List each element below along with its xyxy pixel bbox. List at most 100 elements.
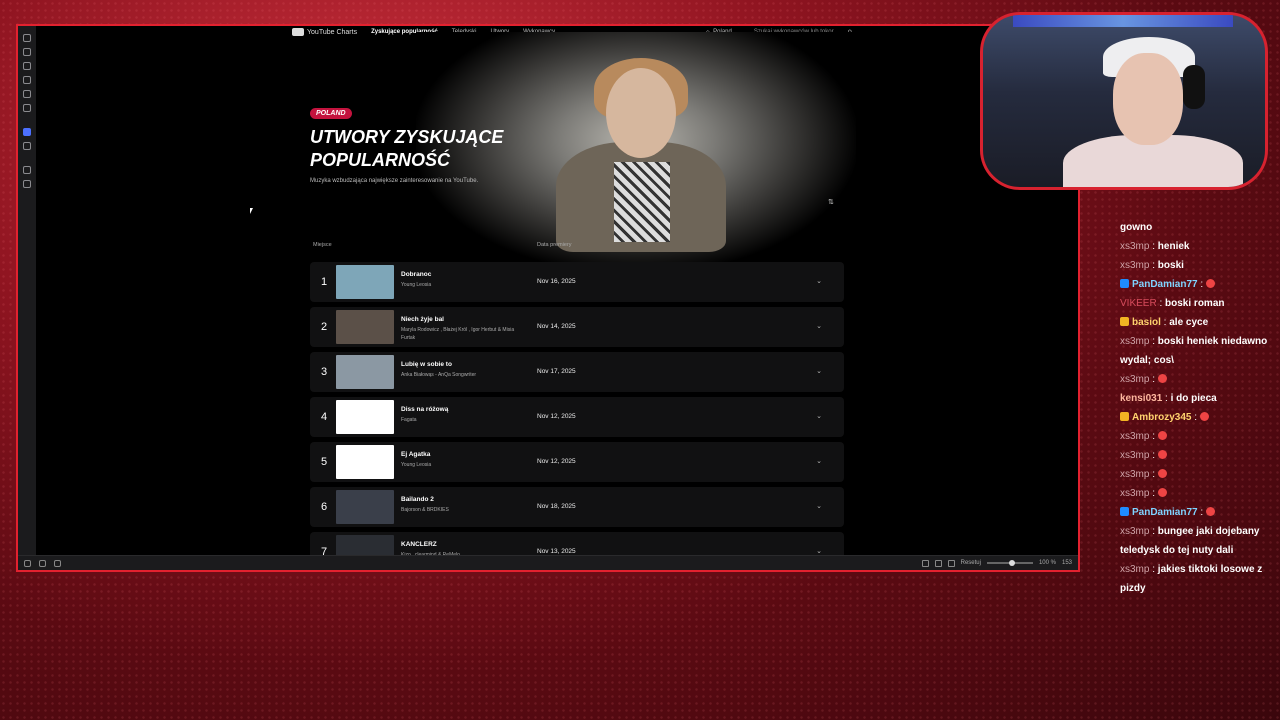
chart-row[interactable]: 4 Diss na różową Fagata Nov 12, 2025 ⌄ [310,397,844,437]
song-artist[interactable]: Fagata [401,416,521,424]
song-artist[interactable]: Bajorson & BRDKIES [401,506,521,514]
chat-username[interactable]: Ambrozy345 [1132,412,1191,423]
chat-username[interactable]: xs3mp [1120,469,1149,480]
expand-chevron-icon[interactable]: ⌄ [816,397,822,437]
panel-toggle-icon[interactable] [24,559,31,567]
chat-message: xs3mp : [1120,370,1270,389]
zoom-reset-button[interactable]: Resetuj [961,560,981,566]
chat-username[interactable]: basiol [1132,317,1161,328]
chat-message: xs3mp : bungee jaki dojebany teledysk do… [1120,526,1260,556]
chat-username[interactable]: xs3mp [1120,431,1149,442]
rank-number: 6 [320,501,328,513]
video-thumbnail[interactable] [336,535,394,556]
chart-list: 1 Dobranoc Young Leosia Nov 16, 2025 ⌄ 2 Niech… [310,262,844,556]
chat-username[interactable]: xs3mp [1120,241,1149,252]
user-badge-icon [1120,279,1129,288]
chat-message: xs3mp : [1120,484,1270,503]
notes-icon[interactable] [23,62,31,70]
chat-message: kensi031 : i do pieca [1120,393,1217,404]
chat-message: Ambrozy345 : [1120,408,1270,427]
chat-text: gowno [1120,222,1153,233]
chat-username[interactable]: xs3mp [1120,336,1149,347]
chat-username[interactable]: xs3mp [1120,564,1149,575]
video-thumbnail[interactable] [336,400,394,434]
song-artist[interactable]: Maryla Rodowicz , Błażej Król , Igor Her… [401,326,521,342]
emote-icon [1199,412,1209,421]
chat-username[interactable]: xs3mp [1120,374,1149,385]
sort-icon[interactable]: ⇅ [828,198,836,206]
expand-chevron-icon[interactable]: ⌄ [816,352,822,392]
clock-icon[interactable] [23,142,31,150]
chat-username[interactable]: xs3mp [1120,450,1149,461]
emote-icon [1157,488,1167,497]
chart-row[interactable]: 2 Niech żyje bal Maryla Rodowicz , Błażej … [310,307,844,347]
capture-icon[interactable] [921,559,929,567]
expand-chevron-icon[interactable]: ⌄ [816,442,822,482]
chart-row[interactable]: 7 KANCLERZ Kizo , clearmind & ReMelo Nov 13… [310,532,844,556]
song-artist[interactable]: Anka Białowąs - AnQa Songwriter [401,371,521,379]
chart-row[interactable]: 6 Bailando 2 Bajorson & BRDKIES Nov 18, 202… [310,487,844,527]
zoom-slider[interactable] [986,560,1033,566]
song-artist[interactable]: Young Leosia [401,461,521,469]
release-date: Nov 14, 2025 [537,323,576,330]
chat-username[interactable]: PanDamian77 [1132,507,1198,518]
video-thumbnail[interactable] [336,310,394,344]
song-title[interactable]: Dobranoc [401,271,431,278]
page-actions-icon[interactable] [947,559,955,567]
song-title[interactable]: Bailando 2 [401,496,434,503]
chat-message: xs3mp : [1120,446,1270,465]
rank-number: 5 [320,456,328,468]
chat-text: heniek [1157,241,1190,252]
expand-chevron-icon[interactable]: ⌄ [816,262,822,302]
chat-message: xs3mp : boski [1120,260,1184,271]
song-title[interactable]: KANCLERZ [401,541,437,548]
chart-row[interactable]: 1 Dobranoc Young Leosia Nov 16, 2025 ⌄ [310,262,844,302]
user-badge-icon [1120,317,1129,326]
youtube-logo-icon [292,28,304,36]
rank-number: 7 [320,546,328,556]
song-title[interactable]: Niech żyje bal [401,316,444,323]
expand-chevron-icon[interactable]: ⌄ [816,487,822,527]
chart-row[interactable]: 3 Lubię w sobie to Anka Białowąs - AnQa So… [310,352,844,392]
release-date: Nov 12, 2025 [537,413,576,420]
video-thumbnail[interactable] [336,445,394,479]
chat-username[interactable]: xs3mp [1120,260,1149,271]
song-artist[interactable]: Young Leosia [401,281,521,289]
chat-message: xs3mp : [1120,465,1270,484]
settings-icon[interactable] [23,166,31,174]
reading-list-icon[interactable] [23,104,31,112]
clock-readout: 153 [1061,560,1072,566]
youtube-charts-logo[interactable]: YouTube Charts [292,28,357,36]
video-thumbnail[interactable] [336,265,394,299]
song-title[interactable]: Lubię w sobie to [401,361,452,368]
song-title[interactable]: Ej Agatka [401,451,430,458]
image-toggle-icon[interactable] [934,559,942,567]
expand-chevron-icon[interactable]: ⌄ [816,532,822,556]
chat-username[interactable]: xs3mp [1120,488,1149,499]
extensions-icon[interactable] [23,76,31,84]
chat-text: i do pieca [1170,393,1217,404]
emote-icon [1157,374,1167,383]
chat-username[interactable]: xs3mp [1120,526,1149,537]
song-title[interactable]: Diss na różową [401,406,448,413]
expand-chevron-icon[interactable]: ⌄ [816,307,822,347]
messenger-icon[interactable] [23,128,31,136]
chart-row[interactable]: 5 Ej Agatka Young Leosia Nov 12, 2025 ⌄ [310,442,844,482]
tiles-icon[interactable] [39,559,46,567]
chat-username[interactable]: PanDamian77 [1132,279,1198,290]
video-thumbnail[interactable] [336,490,394,524]
more-icon[interactable] [23,180,31,188]
wallet-icon[interactable] [23,90,31,98]
chat-message: VIKEER : boski roman [1120,298,1225,309]
chat-username[interactable]: kensi031 [1120,393,1162,404]
release-date: Nov 12, 2025 [537,458,576,465]
zoom-slider-thumb[interactable] [1008,560,1015,566]
video-thumbnail[interactable] [336,355,394,389]
rank-number: 1 [320,276,328,288]
chat-message: xs3mp : jakies tiktoki losowe z pizdy [1120,564,1263,594]
history-icon[interactable] [23,48,31,56]
cloud-icon[interactable] [54,559,61,567]
page-title: UTWORY ZYSKUJĄCE POPULARNOŚĆ [310,127,504,170]
chat-username[interactable]: VIKEER [1120,298,1157,309]
download-icon[interactable] [23,34,31,42]
